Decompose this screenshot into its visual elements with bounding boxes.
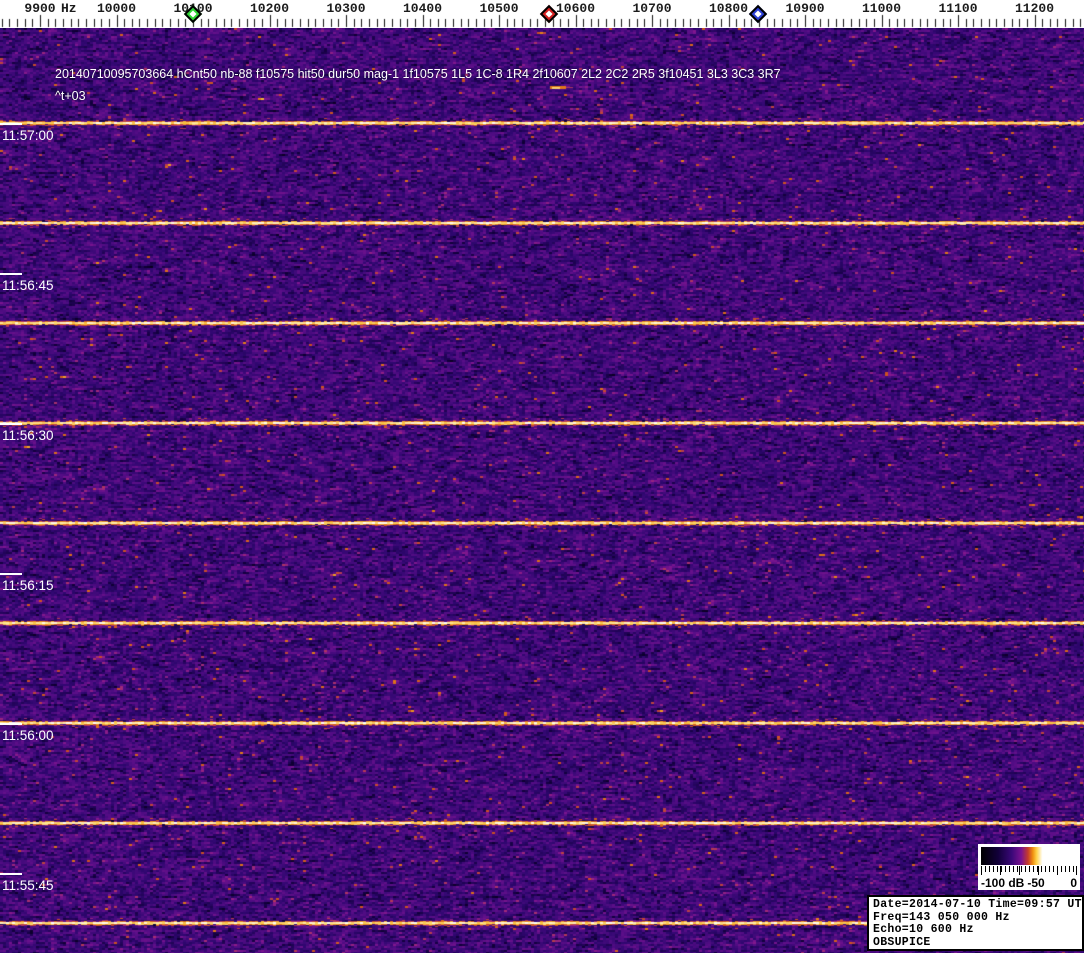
freq-axis-unit-label: Hz (61, 1, 77, 16)
time-tick-label: 11:57:00 (2, 128, 54, 143)
freq-tick-label: 10800 (708, 1, 749, 16)
color-gradient-bar (981, 847, 1077, 865)
time-tick-label: 11:56:00 (2, 728, 54, 743)
freq-tick-label: 10500 (479, 1, 519, 16)
freq-tick-label: 10000 (96, 1, 137, 16)
color-scale-legend: -100 dB -50 0 (978, 844, 1080, 890)
freq-tick-label: 11100 (938, 1, 978, 16)
blue-marker-center-dot (754, 10, 762, 18)
event-annotation: 20140710095703664 hCnt50 nb-88 f10575 hi… (55, 67, 781, 81)
spectrogram-app: 9900100001010010200103001040010500106001… (0, 0, 1084, 953)
freq-tick-label: 11000 (861, 1, 902, 16)
frequency-axis: 9900100001010010200103001040010500106001… (0, 0, 1084, 28)
time-tick-mark (0, 723, 22, 725)
time-tick-label: 11:55:45 (2, 878, 54, 893)
time-tick-mark (0, 423, 22, 425)
freq-tick-label: 10300 (326, 1, 366, 16)
freq-tick-label: 10900 (785, 1, 825, 16)
info-box-line: OBSUPICE (873, 935, 931, 949)
time-tick-label: 11:56:45 (2, 278, 54, 293)
observation-info-box: Date=2014-07-10 Time=09:57 UTC Freq=143 0… (867, 895, 1084, 951)
info-box-line: Echo=10 600 Hz (873, 923, 974, 936)
info-box-line: Date=2014-07-10 Time=09:57 UTC (873, 898, 1084, 911)
freq-tick-label: 11200 (1014, 1, 1055, 16)
legend-min-label: -100 dB (981, 876, 1025, 890)
waterfall-plot: 20140710095703664 hCnt50 nb-88 f10575 hi… (0, 28, 1084, 953)
spectrogram-heatmap (0, 28, 1084, 953)
legend-max-label: 0 (1070, 876, 1077, 890)
time-tick-label: 11:56:30 (2, 428, 54, 443)
legend-mid-label: -50 (1027, 876, 1045, 890)
time-tick-mark (0, 573, 22, 575)
freq-tick-label: 9900 (24, 1, 56, 16)
freq-tick-label: 10600 (555, 1, 596, 16)
color-scale-ticks (981, 866, 1077, 875)
time-tick-mark (0, 273, 22, 275)
red-marker-center-dot (545, 10, 553, 18)
time-tick-label: 11:56:15 (2, 578, 54, 593)
freq-tick-label: 10700 (632, 1, 672, 16)
green-marker-center-dot (189, 10, 197, 18)
trigger-annotation: ^t+03 (55, 89, 86, 103)
freq-tick-label: 10200 (249, 1, 290, 16)
freq-tick-label: 10400 (402, 1, 443, 16)
time-tick-mark (0, 123, 22, 125)
time-tick-mark (0, 873, 22, 875)
